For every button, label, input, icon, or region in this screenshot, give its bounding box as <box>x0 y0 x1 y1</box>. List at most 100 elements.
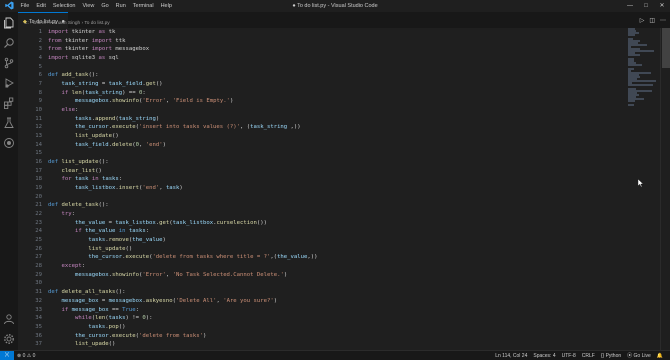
minimap[interactable] <box>628 28 656 106</box>
code-line[interactable]: 33 if message_box == True: <box>18 306 317 315</box>
menu-run[interactable]: Run <box>112 3 129 9</box>
code-line[interactable]: 5 <box>18 63 317 72</box>
menu-file[interactable]: File <box>17 3 33 9</box>
go-live-button[interactable]: ⦿ Go Live <box>624 352 654 359</box>
menu-view[interactable]: View <box>79 3 98 9</box>
code-lines[interactable]: 1 import tkinter as tk 2 from tkinter impor… <box>18 28 317 350</box>
line-text[interactable]: tasks.remove(the_value) <box>48 236 166 245</box>
code-line[interactable]: 37 list_upade() <box>18 340 317 349</box>
vertical-scrollbar[interactable] <box>660 28 670 350</box>
maximize-button[interactable]: □ <box>638 0 654 12</box>
breadcrumb[interactable]: C: › Users › Avinash Singh › To do list.… <box>18 18 110 28</box>
line-text[interactable]: def delete_task(): <box>48 201 109 210</box>
code-line[interactable]: 11 tasks.append(task_string) <box>18 115 317 124</box>
line-text[interactable]: tasks.append(task_string) <box>48 115 159 124</box>
line-text[interactable]: from tkinter import messagebox <box>48 45 149 54</box>
line-text[interactable]: except: <box>48 262 85 271</box>
line-text[interactable]: clear_list() <box>48 167 101 176</box>
more-actions-icon[interactable]: ⋯ <box>660 17 666 24</box>
split-editor-icon[interactable]: ◫ <box>649 17 655 24</box>
menu-terminal[interactable]: Terminal <box>129 3 157 9</box>
menu-help[interactable]: Help <box>157 3 175 9</box>
testing-icon[interactable] <box>3 116 15 128</box>
code-line[interactable]: 9 messagebox.showinfo('Error', 'Field is… <box>18 97 317 106</box>
code-line[interactable]: 12 the_cursor.execute('insert into tasks… <box>18 123 317 132</box>
line-text[interactable]: task_string = task_field.get() <box>48 80 162 89</box>
code-line[interactable]: 8 if len(task_string) == 0: <box>18 89 317 98</box>
code-line[interactable]: 15 <box>18 149 317 158</box>
remote-indicator-icon[interactable]: ⟩⟨ <box>0 351 14 360</box>
code-line[interactable]: 30 <box>18 279 317 288</box>
line-text[interactable]: task_field.delete(0, 'end') <box>48 141 166 150</box>
code-line[interactable]: 2 from tkinter import ttk <box>18 37 317 46</box>
menu-go[interactable]: Go <box>98 3 112 9</box>
code-line[interactable]: 17 clear_list() <box>18 167 317 176</box>
code-line[interactable]: 29 messagebox.showinfo('Error', 'No Task… <box>18 271 317 280</box>
line-text[interactable]: list_update() <box>48 245 132 254</box>
code-line[interactable]: 20 <box>18 193 317 202</box>
code-line[interactable]: 4 import sqlite3 as sql <box>18 54 317 63</box>
line-text[interactable]: message_box = messagebox.askyesno('Delet… <box>48 297 277 306</box>
line-text[interactable]: while(len(tasks) != 0): <box>48 314 153 323</box>
minimize-button[interactable]: — <box>622 0 638 12</box>
line-text[interactable]: messagebox.showinfo('Error', 'No Task Se… <box>48 271 287 280</box>
line-text[interactable]: import tkinter as tk <box>48 28 115 37</box>
code-line[interactable]: 26 list_update() <box>18 245 317 254</box>
code-line[interactable]: 28 except: <box>18 262 317 271</box>
code-line[interactable]: 25 tasks.remove(the_value) <box>18 236 317 245</box>
indentation[interactable]: Spaces: 4 <box>530 353 558 359</box>
code-line[interactable]: 1 import tkinter as tk <box>18 28 317 37</box>
code-line[interactable]: 14 task_field.delete(0, 'end') <box>18 141 317 150</box>
line-text[interactable]: list_upade() <box>48 340 115 349</box>
line-text[interactable]: tasks.pop() <box>48 323 125 332</box>
notifications-bell-icon[interactable]: 🔔 <box>654 353 666 359</box>
line-text[interactable]: def add_task(): <box>48 71 99 80</box>
code-line[interactable]: 16 def list_update(): <box>18 158 317 167</box>
run-python-file-icon[interactable]: ▷ <box>640 17 645 24</box>
code-line[interactable]: 13 list_update() <box>18 132 317 141</box>
extensions-icon[interactable] <box>3 96 15 110</box>
code-line[interactable]: 19 task_listbox.insert('end', task) <box>18 184 317 193</box>
code-line[interactable]: 10 else: <box>18 106 317 115</box>
language-mode[interactable]: {} Python <box>598 353 624 359</box>
line-text[interactable]: messagebox.showinfo('Error', 'Field is E… <box>48 97 233 106</box>
account-icon[interactable] <box>3 312 15 325</box>
menu-edit[interactable]: Edit <box>33 3 49 9</box>
line-text[interactable]: def list_update(): <box>48 158 109 167</box>
code-line[interactable]: 22 try: <box>18 210 317 219</box>
code-editor[interactable]: 1 import tkinter as tk 2 from tkinter impor… <box>18 28 670 350</box>
line-text[interactable]: for task in tasks: <box>48 175 122 184</box>
cursor-position[interactable]: Ln 114, Col 24 <box>492 353 530 359</box>
menu-selection[interactable]: Selection <box>49 3 79 9</box>
close-window-button[interactable]: ✕ <box>654 0 670 12</box>
line-text[interactable]: the_cursor.execute('insert into tasks va… <box>48 123 301 132</box>
line-text[interactable]: task_listbox.insert('end', task) <box>48 184 183 193</box>
line-text[interactable]: try: <box>48 210 74 219</box>
line-text[interactable]: list_update() <box>48 132 119 141</box>
line-text[interactable]: if len(task_string) == 0: <box>48 89 145 98</box>
settings-gear-icon[interactable] <box>3 332 15 344</box>
code-line[interactable]: 27 the_cursor.execute('delete from tasks… <box>18 253 317 262</box>
run-debug-icon[interactable] <box>3 76 15 88</box>
line-text[interactable]: if the_value in tasks: <box>48 227 149 236</box>
files-icon[interactable] <box>3 16 15 29</box>
code-line[interactable]: 6 def add_task(): <box>18 71 317 80</box>
remote-explorer-icon[interactable] <box>3 136 15 148</box>
code-line[interactable]: 24 if the_value in tasks: <box>18 227 317 236</box>
code-line[interactable]: 21 def delete_task(): <box>18 201 317 210</box>
code-line[interactable]: 23 the_value = task_listbox.get(task_lis… <box>18 219 317 228</box>
line-text[interactable]: the_cursor.execute('delete from tasks') <box>48 332 206 341</box>
line-ending[interactable]: CRLF <box>579 353 598 359</box>
scrollbar-thumb[interactable] <box>662 28 670 68</box>
line-text[interactable]: if message_box == True: <box>48 306 139 315</box>
code-line[interactable]: 36 the_cursor.execute('delete from tasks… <box>18 332 317 341</box>
code-line[interactable]: 31 def delete_all_tasks(): <box>18 288 317 297</box>
encoding[interactable]: UTF-8 <box>559 353 579 359</box>
code-line[interactable]: 7 task_string = task_field.get() <box>18 80 317 89</box>
code-line[interactable]: 35 tasks.pop() <box>18 323 317 332</box>
code-line[interactable]: 3 from tkinter import messagebox <box>18 45 317 54</box>
line-text[interactable]: from tkinter import ttk <box>48 37 126 46</box>
line-text[interactable]: def delete_all_tasks(): <box>48 288 125 297</box>
line-text[interactable]: the_value = task_listbox.get(task_listbo… <box>48 219 267 228</box>
line-text[interactable]: import sqlite3 as sql <box>48 54 119 63</box>
